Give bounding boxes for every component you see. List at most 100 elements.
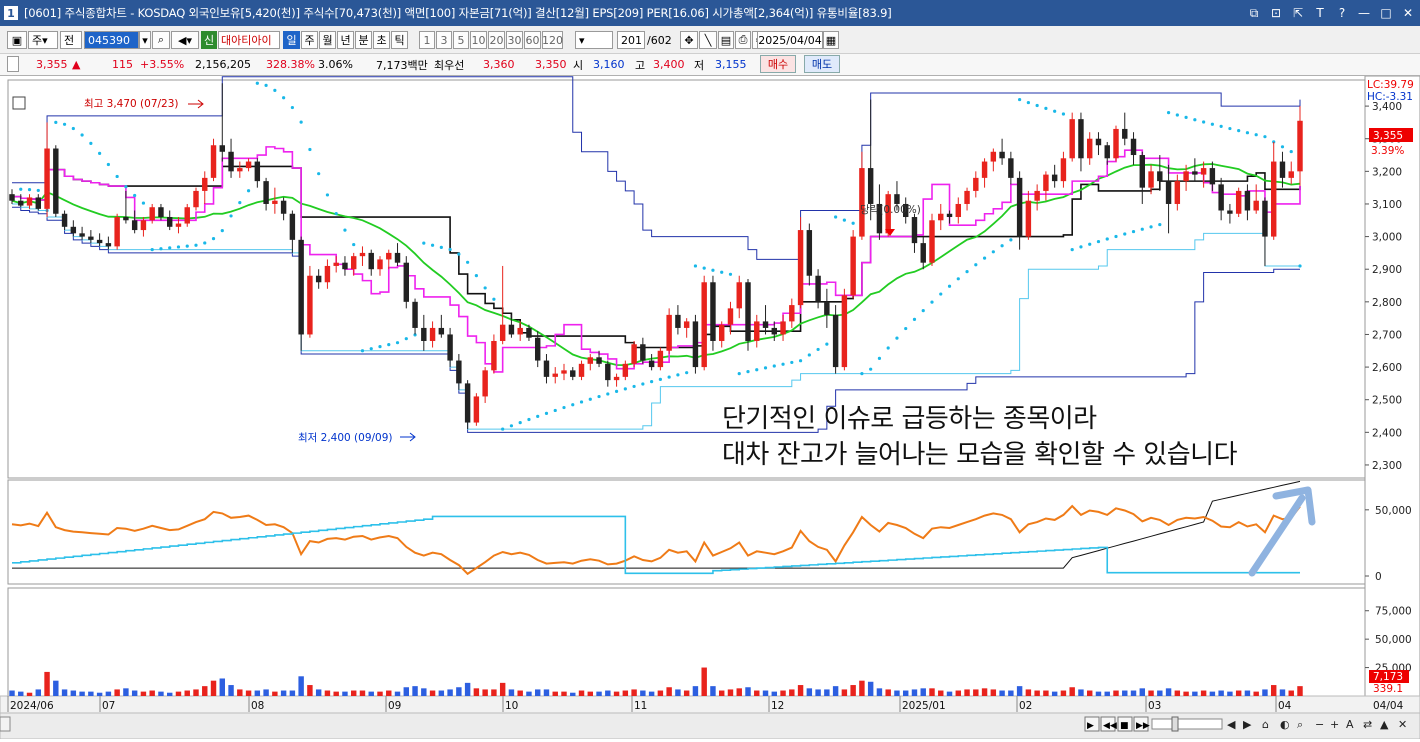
period-button[interactable]: 일 bbox=[283, 31, 300, 49]
help-icon[interactable]: ? bbox=[1334, 5, 1350, 21]
window-controls: ⧉ ⊡ ⇱ T ? — □ ✕ bbox=[1246, 5, 1416, 21]
period-button[interactable]: 분 bbox=[355, 31, 372, 49]
interval-button[interactable]: 10 bbox=[470, 31, 487, 49]
stock-code-input[interactable]: 045390 bbox=[84, 31, 139, 49]
candle-body bbox=[859, 168, 865, 237]
sar-dot bbox=[1053, 109, 1057, 113]
buy-button[interactable]: 매수 bbox=[760, 55, 796, 73]
range-count-input[interactable]: 201 bbox=[617, 31, 645, 49]
volume-bar bbox=[745, 687, 751, 696]
minimize-icon[interactable]: — bbox=[1356, 5, 1372, 21]
sound-icon[interactable]: ◀▾ bbox=[171, 31, 199, 49]
volume-bar bbox=[350, 690, 357, 696]
dock-icon[interactable]: ⊡ bbox=[1268, 5, 1284, 21]
search-icon[interactable]: ⌕ bbox=[152, 31, 170, 49]
period-button[interactable]: 월 bbox=[319, 31, 336, 49]
scope-select[interactable]: 전 bbox=[60, 31, 82, 49]
draw-line-icon[interactable]: ╲ bbox=[699, 31, 717, 49]
market-select[interactable]: 주 ▾ bbox=[28, 31, 58, 49]
candle-body bbox=[1270, 161, 1277, 237]
sar-dot bbox=[720, 270, 724, 274]
volume-bar bbox=[605, 690, 611, 696]
sar-dot bbox=[1202, 120, 1206, 124]
volume-bar bbox=[158, 691, 164, 696]
sar-dot bbox=[518, 421, 522, 425]
sell-button[interactable]: 매도 bbox=[804, 55, 840, 73]
sar-dot bbox=[825, 342, 829, 346]
period-button[interactable]: 틱 bbox=[391, 31, 408, 49]
volume-bar bbox=[1148, 690, 1154, 696]
volume-bar bbox=[946, 691, 953, 696]
interval-button[interactable]: 1 bbox=[419, 31, 435, 49]
high-price: 3,400 bbox=[653, 58, 685, 71]
volume-tag-secondary: 339.1 bbox=[1373, 683, 1403, 695]
volume-bar bbox=[1078, 689, 1084, 696]
unit-select[interactable]: ▾ bbox=[575, 31, 613, 49]
candle-body bbox=[482, 370, 488, 397]
interval-button[interactable]: 30 bbox=[506, 31, 523, 49]
date-input[interactable]: 2025/04/04 bbox=[757, 31, 823, 49]
sar-dot bbox=[562, 405, 566, 410]
volume-bar bbox=[578, 690, 585, 696]
volume-bar bbox=[797, 685, 804, 696]
volume-bar bbox=[333, 691, 339, 696]
sar-dot bbox=[124, 185, 128, 189]
volume-bar bbox=[342, 691, 348, 696]
candle-body bbox=[35, 197, 42, 209]
sar-dot bbox=[614, 389, 619, 393]
sar-dot bbox=[264, 83, 268, 87]
sar-dot bbox=[308, 147, 312, 152]
sar-dot bbox=[623, 387, 627, 391]
sar-dot bbox=[816, 347, 820, 352]
volume-bar bbox=[1244, 690, 1251, 696]
volume-bar bbox=[1262, 689, 1268, 696]
volume-bar bbox=[1104, 691, 1110, 696]
layout-icon[interactable]: ▣ bbox=[7, 31, 27, 49]
sar-dot bbox=[930, 300, 934, 304]
candle-body bbox=[254, 161, 261, 182]
save-icon[interactable]: ▤ bbox=[718, 31, 734, 49]
chevron-down-icon[interactable]: ▾ bbox=[139, 31, 151, 49]
print-icon[interactable]: ⎙ bbox=[735, 31, 751, 49]
sar-dot bbox=[597, 394, 601, 399]
crosshair-icon[interactable]: ✥ bbox=[680, 31, 698, 49]
interval-button[interactable]: 5 bbox=[453, 31, 469, 49]
period-button[interactable]: 주 bbox=[301, 31, 318, 49]
period-button[interactable]: 년 bbox=[337, 31, 354, 49]
sar-dot bbox=[352, 242, 356, 247]
candle-body bbox=[1200, 168, 1207, 175]
interval-button[interactable]: 120 bbox=[542, 31, 563, 49]
candle-body bbox=[1008, 158, 1014, 178]
close-icon[interactable]: ✕ bbox=[1400, 5, 1416, 21]
candle-body bbox=[1086, 138, 1093, 159]
sar-dot bbox=[877, 356, 882, 360]
volume-bar bbox=[885, 689, 891, 696]
link-icon[interactable]: ⧉ bbox=[1246, 5, 1262, 21]
volume-bar bbox=[53, 680, 59, 696]
sar-dot bbox=[772, 364, 776, 368]
scroll-button-label: ◀◀ bbox=[1103, 721, 1117, 731]
maximize-icon[interactable]: □ bbox=[1378, 5, 1394, 21]
candle-body bbox=[1078, 119, 1084, 159]
sar-dot bbox=[571, 403, 575, 407]
font-size-icon[interactable]: T bbox=[1312, 5, 1328, 21]
change-rate: +3.55% bbox=[140, 58, 185, 71]
volume-bar bbox=[543, 689, 550, 696]
candle-body bbox=[263, 181, 269, 204]
volume-bar bbox=[403, 687, 410, 696]
interval-button[interactable]: 20 bbox=[488, 31, 505, 49]
candle-body bbox=[710, 282, 716, 341]
sar-dot bbox=[1280, 145, 1285, 149]
sar-dot bbox=[282, 96, 286, 100]
interval-button[interactable]: 3 bbox=[436, 31, 452, 49]
price-tick-label: 2,700 bbox=[1372, 329, 1402, 341]
chart-tool-icon: ⇄ bbox=[1363, 718, 1372, 731]
interval-button[interactable]: 60 bbox=[524, 31, 541, 49]
candle-body bbox=[990, 151, 997, 162]
pin-icon[interactable]: ⇱ bbox=[1290, 5, 1306, 21]
expand-icon[interactable] bbox=[7, 56, 19, 72]
period-button[interactable]: 초 bbox=[373, 31, 390, 49]
date-tick-label: 11 bbox=[634, 700, 647, 712]
calendar-icon[interactable]: ▦ bbox=[823, 31, 839, 49]
volume-bar bbox=[166, 692, 173, 696]
